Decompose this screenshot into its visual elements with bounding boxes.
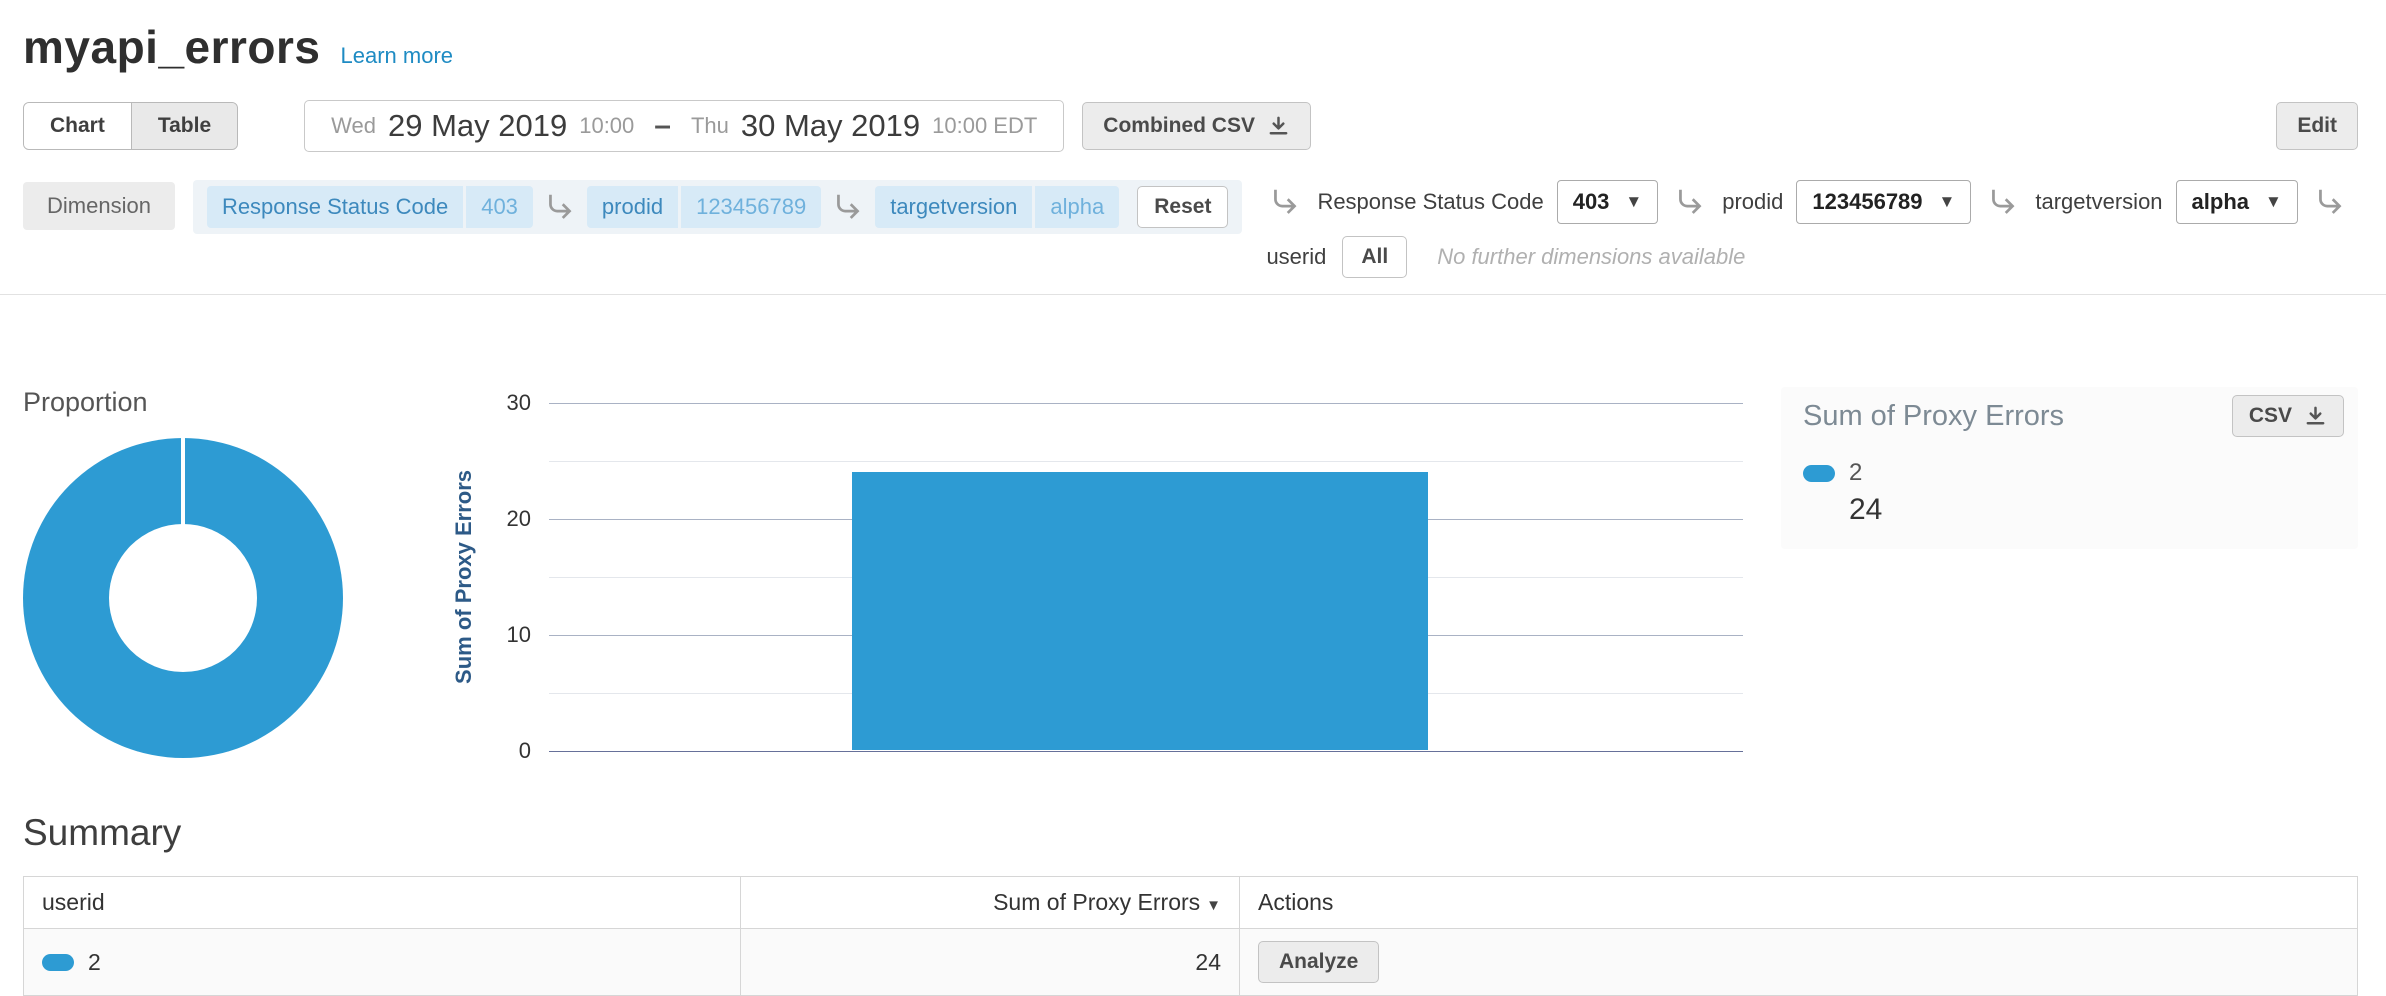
csv-button[interactable]: CSV bbox=[2232, 395, 2344, 437]
legend-swatch-icon bbox=[1803, 465, 1835, 482]
legend-panel: Sum of Proxy Errors CSV 2 24 bbox=[1781, 387, 2358, 549]
selector-label: prodid bbox=[1722, 189, 1783, 215]
combined-csv-label: Combined CSV bbox=[1103, 114, 1255, 138]
drilldown-row-next: userid All No further dimensions availab… bbox=[1266, 236, 2348, 278]
combined-csv-button[interactable]: Combined CSV bbox=[1082, 102, 1311, 150]
selected-value: 123456789 bbox=[1812, 189, 1922, 215]
chevron-down-icon: ▼ bbox=[1939, 192, 1956, 212]
prodid-select[interactable]: 123456789 ▼ bbox=[1796, 180, 1971, 224]
donut-hole bbox=[109, 524, 257, 672]
dimension-breadcrumbs: Response Status Code 403 prodid 12345678… bbox=[193, 180, 1243, 234]
chevron-down-icon: ▼ bbox=[1625, 192, 1642, 212]
gridline-25 bbox=[549, 461, 1743, 462]
donut-card bbox=[23, 432, 420, 774]
dimension-strip: Dimension Response Status Code 403 prodi… bbox=[0, 180, 2386, 278]
breadcrumb-name: targetversion bbox=[875, 186, 1032, 228]
proportion-label: Proportion bbox=[23, 387, 443, 418]
chevron-down-icon: ▼ bbox=[2265, 192, 2282, 212]
targetversion-select[interactable]: alpha ▼ bbox=[2176, 180, 2298, 224]
drilldown-arrow-icon bbox=[1988, 187, 2018, 217]
y-tick: 20 bbox=[507, 506, 531, 532]
end-day: Thu bbox=[691, 113, 729, 139]
breadcrumb-value: 403 bbox=[466, 186, 533, 228]
toolbar: Chart Table Wed 29 May 2019 10:00 – Thu … bbox=[0, 100, 2386, 152]
edit-button[interactable]: Edit bbox=[2276, 102, 2358, 150]
end-date: 30 May 2019 bbox=[741, 108, 920, 144]
selected-value: 403 bbox=[1573, 189, 1610, 215]
page-title: myapi_errors bbox=[23, 20, 321, 74]
drilldown-arrow-icon bbox=[1270, 187, 1300, 217]
download-icon bbox=[1267, 115, 1290, 138]
legend-title: Sum of Proxy Errors bbox=[1803, 400, 2064, 433]
gridline-30 bbox=[549, 403, 1743, 404]
dimension-drilldowns: Response Status Code 403 ▼ prodid 123456… bbox=[1266, 180, 2348, 278]
dimension-label: Dimension bbox=[23, 182, 175, 230]
table-view-button[interactable]: Table bbox=[132, 103, 237, 149]
learn-more-link[interactable]: Learn more bbox=[341, 43, 454, 69]
no-dimensions-note: No further dimensions available bbox=[1437, 244, 1745, 270]
x-axis-line bbox=[549, 751, 1743, 752]
summary-table: userid Sum of Proxy Errors▼ Actions 2 24… bbox=[23, 876, 2358, 996]
summary-header-row: userid Sum of Proxy Errors▼ Actions bbox=[24, 877, 2358, 929]
drilldown-arrow-icon bbox=[1675, 187, 1705, 217]
breadcrumb-targetversion[interactable]: targetversion alpha bbox=[875, 186, 1119, 228]
drilldown-row: Response Status Code 403 ▼ prodid 123456… bbox=[1266, 180, 2348, 224]
breadcrumb-response-status-code[interactable]: Response Status Code 403 bbox=[207, 186, 533, 228]
breadcrumb-value: 123456789 bbox=[681, 186, 821, 228]
column-header-sum[interactable]: Sum of Proxy Errors▼ bbox=[740, 877, 1239, 929]
header: myapi_errors Learn more bbox=[0, 0, 2386, 74]
start-time: 10:00 bbox=[579, 113, 634, 139]
chart-section: Proportion Sum of Proxy Errors 30 20 10 … bbox=[0, 387, 2386, 774]
y-tick: 0 bbox=[519, 738, 531, 764]
legend-item-label: 2 bbox=[1849, 459, 1862, 487]
userid-all-button[interactable]: All bbox=[1342, 236, 1407, 278]
y-axis-label: Sum of Proxy Errors bbox=[443, 403, 485, 751]
drilldown-arrow-icon bbox=[2315, 187, 2345, 217]
csv-label: CSV bbox=[2249, 404, 2292, 428]
breadcrumb-name: Response Status Code bbox=[207, 186, 463, 228]
legend-item[interactable]: 2 bbox=[1803, 459, 2344, 487]
proportion-panel: Proportion bbox=[23, 387, 443, 774]
start-date: 29 May 2019 bbox=[388, 108, 567, 144]
selector-label: Response Status Code bbox=[1317, 189, 1543, 215]
actions-cell: Analyze bbox=[1240, 929, 2358, 996]
bar-chart-plot: 30 20 10 0 bbox=[549, 403, 1743, 751]
drilldown-arrow-icon bbox=[545, 192, 575, 222]
analyze-button[interactable]: Analyze bbox=[1258, 941, 1379, 983]
userid-cell: 2 bbox=[24, 929, 741, 996]
summary-title: Summary bbox=[23, 812, 2386, 854]
reset-button[interactable]: Reset bbox=[1137, 186, 1228, 228]
y-tick: 30 bbox=[507, 390, 531, 416]
date-range-separator: – bbox=[654, 109, 671, 143]
legend-item-value: 24 bbox=[1849, 493, 2344, 527]
chart-view-button[interactable]: Chart bbox=[24, 103, 132, 149]
donut-chart[interactable] bbox=[23, 438, 343, 758]
breadcrumb-name: prodid bbox=[587, 186, 678, 228]
selector-label: targetversion bbox=[2035, 189, 2162, 215]
y-tick: 10 bbox=[507, 622, 531, 648]
section-divider bbox=[0, 294, 2386, 295]
column-header-userid[interactable]: userid bbox=[24, 877, 741, 929]
legend-header: Sum of Proxy Errors CSV bbox=[1803, 395, 2344, 437]
breadcrumb-value: alpha bbox=[1035, 186, 1119, 228]
download-icon bbox=[2304, 405, 2327, 428]
column-header-actions: Actions bbox=[1240, 877, 2358, 929]
response-status-code-select[interactable]: 403 ▼ bbox=[1557, 180, 1659, 224]
bar[interactable] bbox=[852, 472, 1428, 750]
sum-cell: 24 bbox=[740, 929, 1239, 996]
next-dimension-label: userid bbox=[1266, 244, 1326, 270]
sort-desc-icon: ▼ bbox=[1206, 897, 1221, 914]
date-range-picker[interactable]: Wed 29 May 2019 10:00 – Thu 30 May 2019 … bbox=[304, 100, 1064, 152]
selected-value: alpha bbox=[2192, 189, 2249, 215]
start-day: Wed bbox=[331, 113, 376, 139]
bar-chart-panel: Sum of Proxy Errors 30 20 10 0 bbox=[443, 403, 1743, 774]
table-row: 2 24 Analyze bbox=[24, 929, 2358, 996]
end-time: 10:00 EDT bbox=[932, 113, 1037, 139]
drilldown-arrow-icon bbox=[833, 192, 863, 222]
breadcrumb-prodid[interactable]: prodid 123456789 bbox=[587, 186, 821, 228]
view-toggle: Chart Table bbox=[23, 102, 238, 150]
